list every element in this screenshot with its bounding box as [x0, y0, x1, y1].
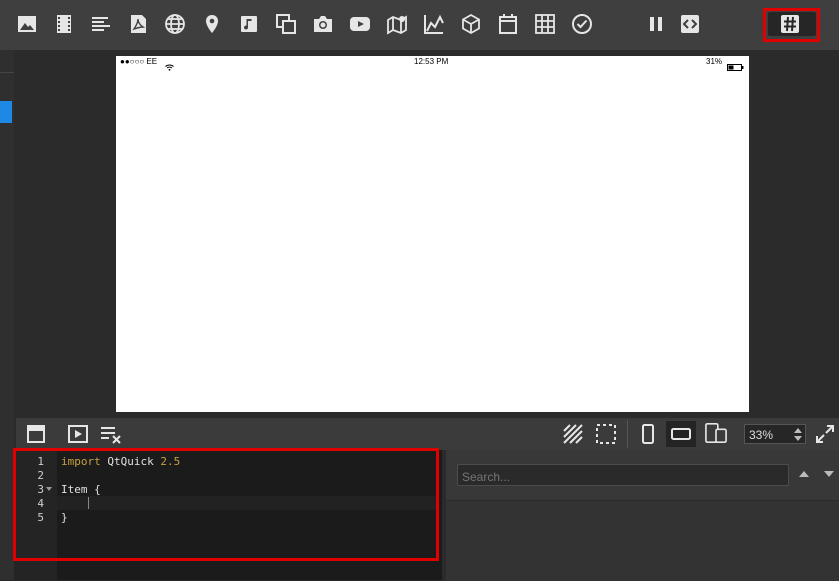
clear-log-icon[interactable]	[100, 423, 122, 445]
status-battery: 31%	[706, 57, 723, 66]
wifi-icon	[165, 58, 174, 76]
top-toolbar	[0, 0, 839, 50]
toolbar-divider	[627, 420, 628, 448]
pause-icon[interactable]	[645, 13, 667, 35]
map-pin-icon[interactable]	[201, 13, 223, 35]
youtube-icon[interactable]	[349, 13, 371, 35]
zoom-value: 33%	[749, 428, 774, 442]
landscape-button[interactable]	[666, 421, 696, 447]
image-icon[interactable]	[16, 13, 38, 35]
zoom-down-icon[interactable]	[794, 436, 802, 441]
zoom-up-icon[interactable]	[794, 428, 802, 433]
editor-highlight	[13, 448, 439, 561]
text-icon[interactable]	[90, 13, 112, 35]
search-next-icon[interactable]	[824, 471, 834, 477]
properties-panel-body	[446, 500, 839, 581]
calendar-icon[interactable]	[497, 13, 519, 35]
globe-icon[interactable]	[164, 13, 186, 35]
video-icon[interactable]	[53, 13, 75, 35]
run-icon[interactable]	[67, 423, 89, 445]
left-strip	[0, 50, 14, 580]
map-icon[interactable]	[386, 13, 408, 35]
chart-icon[interactable]	[423, 13, 445, 35]
copy-icon[interactable]	[275, 13, 297, 35]
status-carrier: ●●○○○ EE	[120, 57, 158, 66]
texture-icon[interactable]	[562, 423, 584, 445]
devices-icon[interactable]	[705, 422, 729, 446]
search-prev-icon[interactable]	[799, 471, 809, 477]
battery-icon	[727, 58, 745, 76]
search-input[interactable]	[457, 464, 789, 486]
panel-icon[interactable]	[25, 423, 47, 445]
pdf-icon[interactable]	[127, 13, 149, 35]
left-strip-active-indicator[interactable]	[0, 101, 12, 123]
portrait-icon[interactable]	[637, 423, 659, 445]
check-circle-icon[interactable]	[571, 13, 593, 35]
cube-icon[interactable]	[460, 13, 482, 35]
music-icon[interactable]	[238, 13, 260, 35]
status-time: 12:53 PM	[414, 57, 449, 66]
hash-button-highlight	[763, 8, 820, 42]
landscape-icon	[670, 423, 692, 445]
zoom-spinbox[interactable]: 33%	[744, 424, 806, 444]
device-preview[interactable]: ●●○○○ EE 12:53 PM 31%	[116, 56, 749, 412]
expand-icon[interactable]	[814, 423, 836, 445]
camera-icon[interactable]	[312, 13, 334, 35]
code-icon[interactable]	[679, 13, 701, 35]
selection-icon[interactable]	[595, 423, 617, 445]
left-strip-divider	[0, 72, 14, 73]
grid-icon[interactable]	[534, 13, 556, 35]
